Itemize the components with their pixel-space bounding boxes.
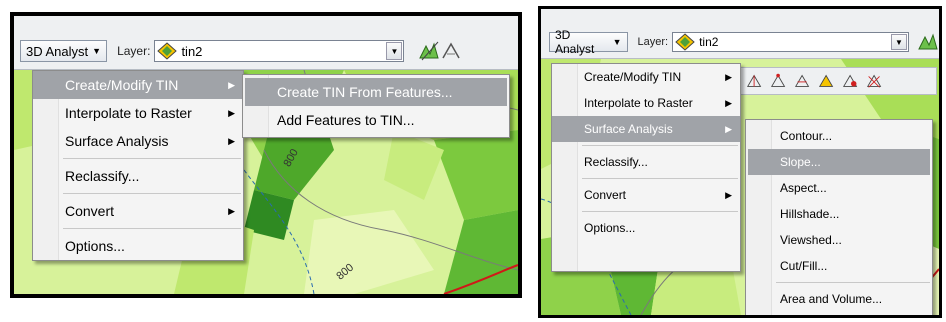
menu-item-interpolate-to-raster[interactable]: Interpolate to Raster ▶ [552,90,740,116]
layer-select[interactable]: tin2 ▼ [154,40,405,62]
menu-item-surface-analysis[interactable]: Surface Analysis ▶ [552,116,740,142]
surface-analysis-submenu: Contour... Slope... Aspect... Hillshade.… [745,119,933,315]
left-screenshot-panel: 800 800 3D Analyst ▼ Layer: tin2 ▼ Creat… [10,12,522,298]
menu-item-convert[interactable]: Convert ▶ [33,197,243,225]
chevron-down-icon[interactable]: ▼ [386,42,403,60]
tin-edit-tool-icon[interactable] [816,70,838,92]
menu-item-label: Aspect... [780,181,827,195]
menu-item-label: Slope... [780,155,821,169]
menu-item-label: Add Features to TIN... [277,112,415,128]
tin-edit-tool-icon[interactable] [864,70,886,92]
submenu-arrow-icon: ▶ [725,189,732,200]
menu-item-label: Surface Analysis [584,122,673,136]
tin-edit-tool-icon[interactable] [744,70,766,92]
submenu-arrow-icon: ▶ [725,71,732,82]
menu-item-label: Reclassify... [584,155,648,169]
submenu-arrow-icon: ▶ [725,97,732,108]
submenu-arrow-icon: ▶ [228,135,235,146]
menu-item-label: Viewshed... [780,233,842,247]
menu-item-label: Interpolate to Raster [65,105,192,121]
analyst-toolbar: 3D Analyst ▼ Layer: tin2 ▼ [14,16,518,70]
tin-editing-toolbar [737,67,937,95]
submenu-arrow-icon: ▶ [725,123,732,134]
menu-separator [776,282,930,283]
menu-item-label: Contour... [780,129,833,143]
menu-separator [582,178,738,179]
menu-item-create-tin-from-features[interactable]: Create TIN From Features... [245,78,507,106]
right-screenshot-panel: 3D Analyst ▼ Layer: tin2 ▼ Create/Modify… [538,6,942,318]
menu-item-label: Create TIN From Features... [277,84,453,100]
layer-select[interactable]: tin2 ▼ [672,32,909,52]
menu-item-viewshed[interactable]: Viewshed... [748,227,930,253]
menu-item-slope[interactable]: Slope... [748,149,930,175]
3d-analyst-label: 3D Analyst [555,28,595,56]
menu-item-hillshade[interactable]: Hillshade... [748,201,930,227]
dropdown-arrow-icon: ▼ [92,46,102,56]
menu-item-label: Surface Analysis [65,133,169,149]
menu-item-options[interactable]: Options... [33,232,243,260]
menu-item-aspect[interactable]: Aspect... [748,175,930,201]
layer-label: Layer: [117,44,151,58]
menu-item-surface-analysis[interactable]: Surface Analysis ▶ [33,127,243,155]
menu-item-add-features-to-tin[interactable]: Add Features to TIN... [245,106,507,134]
menu-item-label: Convert [584,188,627,202]
menu-item-label: Create/Modify TIN [65,77,179,93]
menu-separator [582,211,738,212]
submenu-arrow-icon: ▶ [228,205,235,216]
menu-separator [63,228,241,229]
chevron-down-icon[interactable]: ▼ [891,34,907,50]
3d-analyst-dropdown-menu: Create/Modify TIN ▶ Interpolate to Raste… [32,70,244,261]
create-modify-tin-submenu: Create TIN From Features... Add Features… [242,74,510,138]
menu-item-label: Reclassify... [65,168,140,184]
menu-item-label: Cut/Fill... [780,259,828,273]
menu-item-interpolate-to-raster[interactable]: Interpolate to Raster ▶ [33,99,243,127]
menu-item-label: Options... [65,238,125,254]
menu-item-label: Convert [65,203,115,219]
3d-analyst-dropdown-menu: Create/Modify TIN ▶ Interpolate to Raste… [551,63,741,272]
3d-analyst-menu-button[interactable]: 3D Analyst ▼ [20,40,108,62]
menu-item-label: Create/Modify TIN [584,70,682,84]
3d-analyst-label: 3D Analyst [26,43,89,59]
menu-item-label: Hillshade... [780,207,840,221]
tin-edit-tool-icon[interactable] [440,40,462,62]
menu-item-reclassify[interactable]: Reclassify... [552,149,740,175]
menu-item-convert[interactable]: Convert ▶ [552,182,740,208]
menu-separator [582,145,738,146]
menu-item-contour[interactable]: Contour... [748,123,930,149]
tin-edit-tool-icon[interactable] [840,70,862,92]
menu-item-label: Interpolate to Raster [584,96,693,110]
layer-label: Layer: [637,36,669,48]
layer-value: tin2 [699,35,719,49]
menu-item-label: Area and Volume... [780,292,883,306]
tin-edit-tool-icon[interactable] [768,70,790,92]
menu-item-area-and-volume[interactable]: Area and Volume... [748,286,930,312]
menu-item-cut-fill[interactable]: Cut/Fill... [748,253,930,279]
tin-layer-icon [675,33,695,51]
tin-edit-tool-icon[interactable] [917,31,939,53]
submenu-arrow-icon: ▶ [228,107,235,118]
analyst-toolbar: 3D Analyst ▼ Layer: tin2 ▼ [541,9,939,59]
menu-item-options[interactable]: Options... [552,215,740,241]
dropdown-arrow-icon: ▼ [612,37,622,47]
tin-edit-tool-icon[interactable] [792,70,814,92]
tin-layer-icon [157,42,178,60]
menu-item-create-modify-tin[interactable]: Create/Modify TIN ▶ [552,64,740,90]
submenu-arrow-icon: ▶ [228,79,235,90]
menu-item-label: Options... [584,221,636,235]
layer-value: tin2 [181,43,203,59]
menu-item-reclassify[interactable]: Reclassify... [33,162,243,190]
3d-analyst-menu-button[interactable]: 3D Analyst ▼ [549,28,628,56]
menu-item-create-modify-tin[interactable]: Create/Modify TIN ▶ [33,71,243,99]
tin-edit-tool-icon[interactable] [418,40,440,62]
menu-separator [63,158,241,159]
menu-separator [63,193,241,194]
